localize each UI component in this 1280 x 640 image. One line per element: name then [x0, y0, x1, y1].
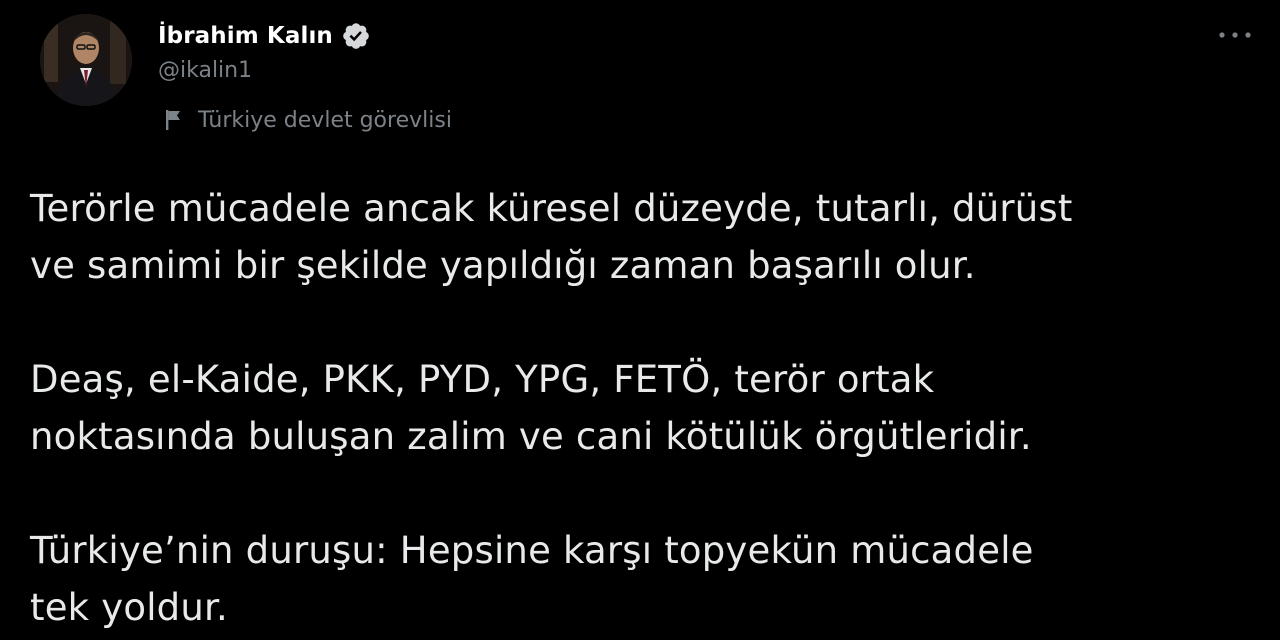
tweet-text: Terörle mücadele ancak küresel düzeyde, …: [30, 180, 1260, 636]
tweet-paragraph: Türkiye’nin duruşu: Hepsine karşı topyek…: [30, 522, 1260, 636]
more-options-button[interactable]: [1212, 20, 1258, 50]
tweet-line: Terörle mücadele ancak küresel düzeyde, …: [30, 187, 1073, 230]
verified-badge-icon: [343, 23, 369, 49]
tweet-line: Deaş, el-Kaide, PKK, PYD, YPG, FETÖ, ter…: [30, 358, 935, 401]
tweet-line: Türkiye’nin duruşu: Hepsine karşı topyek…: [30, 529, 1034, 572]
account-label-text: Türkiye devlet görevlisi: [198, 107, 452, 133]
tweet-line: tek yoldur.: [30, 586, 228, 629]
account-label: Türkiye devlet görevlisi: [162, 104, 452, 136]
author-name-row: İbrahim Kalın: [158, 20, 371, 52]
tweet-line: ve samimi bir şekilde yapıldığı zaman ba…: [30, 244, 976, 287]
tweet-paragraph: Terörle mücadele ancak küresel düzeyde, …: [30, 180, 1260, 294]
author-display-name[interactable]: İbrahim Kalın: [158, 23, 333, 49]
tweet-paragraph: Deaş, el-Kaide, PKK, PYD, YPG, FETÖ, ter…: [30, 351, 1260, 465]
tweet: İbrahim Kalın @ikalin1 Türkiye devlet gö…: [0, 0, 1280, 640]
more-options-icon: [1219, 32, 1251, 38]
author-handle[interactable]: @ikalin1: [158, 58, 252, 83]
avatar[interactable]: [40, 14, 132, 106]
flag-icon: [166, 110, 180, 130]
tweet-line: noktasında buluşan zalim ve cani kötülük…: [30, 415, 1032, 458]
